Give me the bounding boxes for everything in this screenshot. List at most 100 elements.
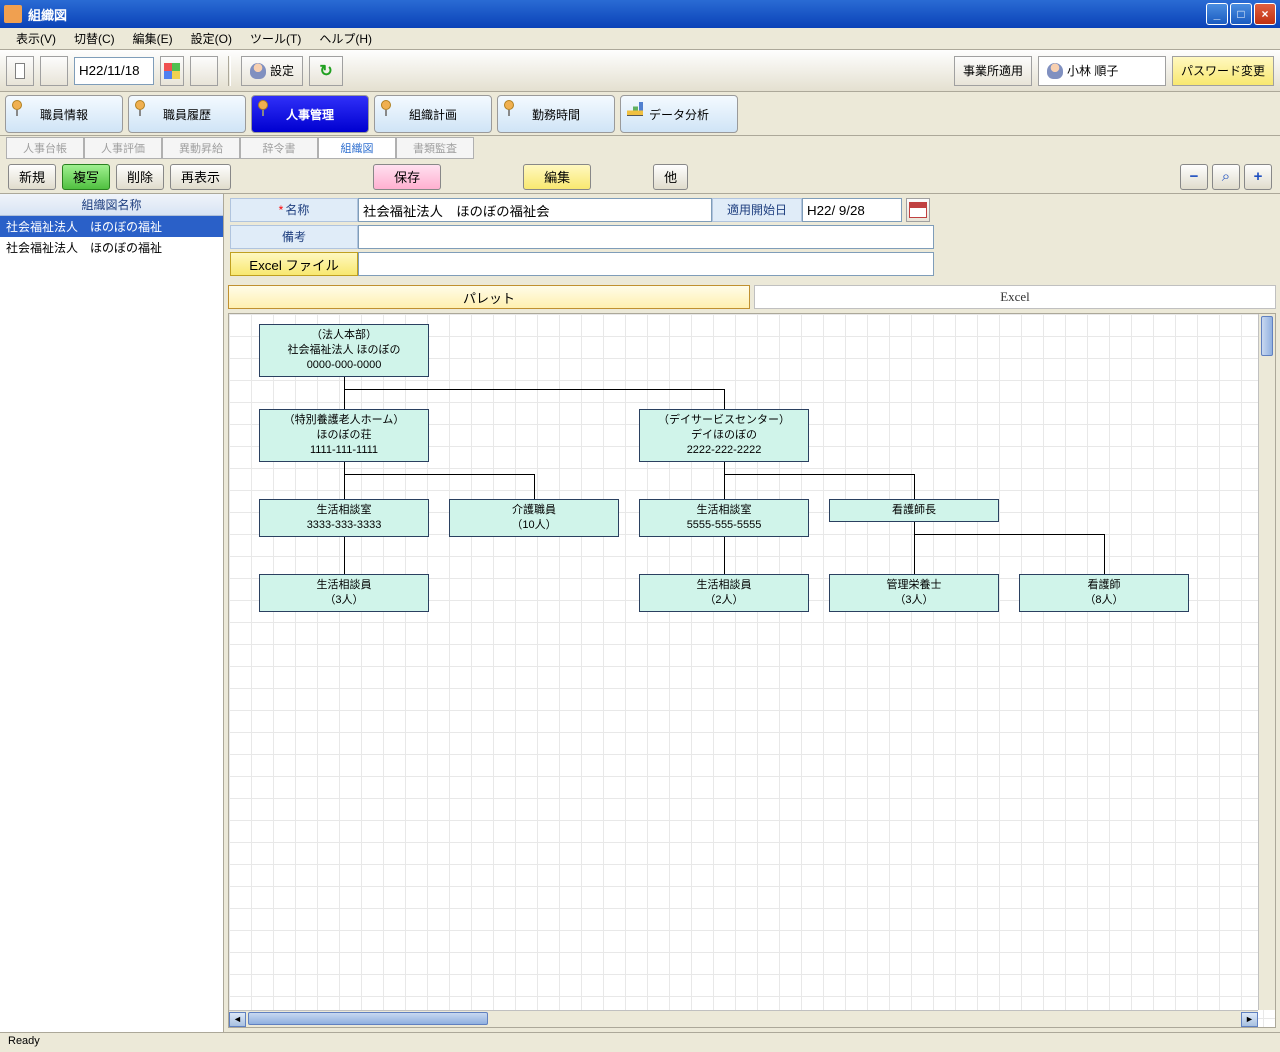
menu-settings[interactable]: 設定(O) bbox=[183, 28, 240, 49]
subtab-audit[interactable]: 書類監査 bbox=[396, 137, 474, 159]
save-button[interactable]: 保存 bbox=[373, 164, 441, 190]
sidebar-item[interactable]: 社会福祉法人 ほのぼの福祉 bbox=[0, 216, 223, 237]
color-icon bbox=[164, 63, 180, 79]
tab-analytics[interactable]: データ分析 bbox=[620, 95, 738, 133]
menu-tools[interactable]: ツール(T) bbox=[242, 28, 309, 49]
titlebar: 組織図 _ □ × bbox=[0, 0, 1280, 28]
start-date-label: 適用開始日 bbox=[712, 198, 802, 222]
excel-file-button[interactable]: Excel ファイル bbox=[230, 252, 358, 276]
hscroll-thumb[interactable] bbox=[248, 1012, 488, 1025]
subtab-order[interactable]: 辞令書 bbox=[240, 137, 318, 159]
app-icon bbox=[4, 5, 22, 23]
calendar-button[interactable] bbox=[906, 198, 930, 222]
form-area: *名称 適用開始日 備考 Excel ファイル bbox=[224, 194, 1280, 283]
org-node[interactable]: 生活相談室3333-333-3333 bbox=[259, 499, 429, 537]
sub-tabs: 人事台帳 人事評価 異動昇給 辞令書 組織図 書類監査 bbox=[0, 136, 1280, 160]
menu-view[interactable]: 表示(V) bbox=[8, 28, 64, 49]
redisplay-button[interactable]: 再表示 bbox=[170, 164, 231, 190]
horizontal-scrollbar[interactable]: ◄ ► bbox=[229, 1010, 1258, 1027]
org-node[interactable]: 看護師長 bbox=[829, 499, 999, 522]
pin-icon bbox=[381, 100, 391, 114]
name-label: *名称 bbox=[230, 198, 358, 222]
subtab-orgchart[interactable]: 組織図 bbox=[318, 137, 396, 159]
tab-hr[interactable]: 人事管理 bbox=[251, 95, 369, 133]
new-button[interactable]: 新規 bbox=[8, 164, 56, 190]
subtab-transfer[interactable]: 異動昇給 bbox=[162, 137, 240, 159]
delete-button[interactable]: 削除 bbox=[116, 164, 164, 190]
edit-button[interactable]: 編集 bbox=[523, 164, 591, 190]
hscroll-track[interactable] bbox=[246, 1012, 1241, 1027]
settings-button[interactable]: 設定 bbox=[241, 56, 303, 86]
zoom-fit-icon bbox=[1222, 168, 1230, 185]
refresh-icon bbox=[319, 61, 332, 81]
zoom-out-icon bbox=[1190, 168, 1199, 185]
top-toolbar: 設定 事業所適用 小林 順子 パスワード変更 bbox=[0, 50, 1280, 92]
tab-staff-history[interactable]: 職員履歴 bbox=[128, 95, 246, 133]
org-node[interactable]: 生活相談員（3人） bbox=[259, 574, 429, 612]
vscroll-thumb[interactable] bbox=[1261, 316, 1273, 356]
zoom-fit-button[interactable] bbox=[1212, 164, 1240, 190]
start-date-input[interactable] bbox=[802, 198, 902, 222]
hscroll-left-arrow[interactable]: ◄ bbox=[229, 1012, 246, 1027]
nav-tabs: 職員情報 職員履歴 人事管理 組織計画 勤務時間 データ分析 bbox=[0, 92, 1280, 136]
org-node[interactable]: 管理栄養士（3人） bbox=[829, 574, 999, 612]
user-avatar-icon bbox=[1047, 63, 1063, 79]
menu-help[interactable]: ヘルプ(H) bbox=[311, 28, 380, 49]
other-button[interactable]: 他 bbox=[653, 164, 688, 190]
tab-work-hours[interactable]: 勤務時間 bbox=[497, 95, 615, 133]
color-picker-button[interactable] bbox=[160, 56, 184, 86]
org-node[interactable]: 看護師（8人） bbox=[1019, 574, 1189, 612]
zoom-in-icon bbox=[1254, 168, 1263, 185]
password-change-button[interactable]: パスワード変更 bbox=[1172, 56, 1274, 86]
office-apply-button[interactable]: 事業所適用 bbox=[954, 56, 1032, 86]
chart-icon bbox=[627, 102, 643, 116]
pin-icon bbox=[258, 100, 268, 114]
blank-button[interactable] bbox=[40, 56, 68, 86]
subtab-eval[interactable]: 人事評価 bbox=[84, 137, 162, 159]
settings-label: 設定 bbox=[270, 62, 294, 79]
org-node[interactable]: （デイサービスセンター）デイほのぼの2222-222-2222 bbox=[639, 409, 809, 462]
action-bar: 新規 複写 削除 再表示 保存 編集 他 bbox=[0, 160, 1280, 194]
sidebar-header: 組織図名称 bbox=[0, 194, 223, 216]
window-title: 組織図 bbox=[28, 5, 1204, 24]
pin-icon bbox=[12, 100, 22, 114]
user-name-label: 小林 順子 bbox=[1067, 62, 1157, 79]
menu-switch[interactable]: 切替(C) bbox=[66, 28, 123, 49]
user-icon bbox=[250, 63, 266, 79]
org-chart-canvas: （法人本部）社会福祉法人 ほのぼの0000-000-0000 （特別養護老人ホーム… bbox=[229, 314, 1275, 1027]
org-node[interactable]: （特別養護老人ホーム）ほのぼの荘1111-111-1111 bbox=[259, 409, 429, 462]
refresh-button[interactable] bbox=[309, 56, 343, 86]
sidebar-item[interactable]: 社会福祉法人 ほのぼの福祉 bbox=[0, 237, 223, 258]
close-button[interactable]: × bbox=[1254, 3, 1276, 25]
note-input[interactable] bbox=[358, 225, 934, 249]
org-node[interactable]: 生活相談室5555-555-5555 bbox=[639, 499, 809, 537]
menu-edit[interactable]: 編集(E) bbox=[125, 28, 181, 49]
menubar: 表示(V) 切替(C) 編集(E) 設定(O) ツール(T) ヘルプ(H) bbox=[0, 28, 1280, 50]
org-node[interactable]: 介護職員（10人） bbox=[449, 499, 619, 537]
user-display[interactable]: 小林 順子 bbox=[1038, 56, 1166, 86]
tab-staff-info[interactable]: 職員情報 bbox=[5, 95, 123, 133]
date-field[interactable] bbox=[74, 57, 154, 85]
viewtab-excel[interactable]: Excel bbox=[754, 285, 1276, 309]
canvas[interactable]: （法人本部）社会福祉法人 ほのぼの0000-000-0000 （特別養護老人ホーム… bbox=[228, 313, 1276, 1028]
org-node[interactable]: 生活相談員（2人） bbox=[639, 574, 809, 612]
viewtab-palette[interactable]: パレット bbox=[228, 285, 750, 309]
blank-button-2[interactable] bbox=[190, 56, 218, 86]
org-node[interactable]: （法人本部）社会福祉法人 ほのぼの0000-000-0000 bbox=[259, 324, 429, 377]
document-icon bbox=[15, 63, 25, 79]
copy-button[interactable]: 複写 bbox=[62, 164, 110, 190]
minimize-button[interactable]: _ bbox=[1206, 3, 1228, 25]
maximize-button[interactable]: □ bbox=[1230, 3, 1252, 25]
tab-org-plan[interactable]: 組織計画 bbox=[374, 95, 492, 133]
status-bar: Ready bbox=[0, 1032, 1280, 1052]
excel-path-input[interactable] bbox=[358, 252, 934, 276]
view-tabs: パレット Excel bbox=[224, 283, 1280, 311]
document-button[interactable] bbox=[6, 56, 34, 86]
subtab-ledger[interactable]: 人事台帳 bbox=[6, 137, 84, 159]
vertical-scrollbar[interactable] bbox=[1258, 314, 1275, 1010]
zoom-in-button[interactable] bbox=[1244, 164, 1272, 190]
hscroll-right-arrow[interactable]: ► bbox=[1241, 1012, 1258, 1027]
zoom-out-button[interactable] bbox=[1180, 164, 1208, 190]
content-area: *名称 適用開始日 備考 Excel ファイル パレット Excel （法人本部… bbox=[224, 194, 1280, 1032]
name-input[interactable] bbox=[358, 198, 712, 222]
